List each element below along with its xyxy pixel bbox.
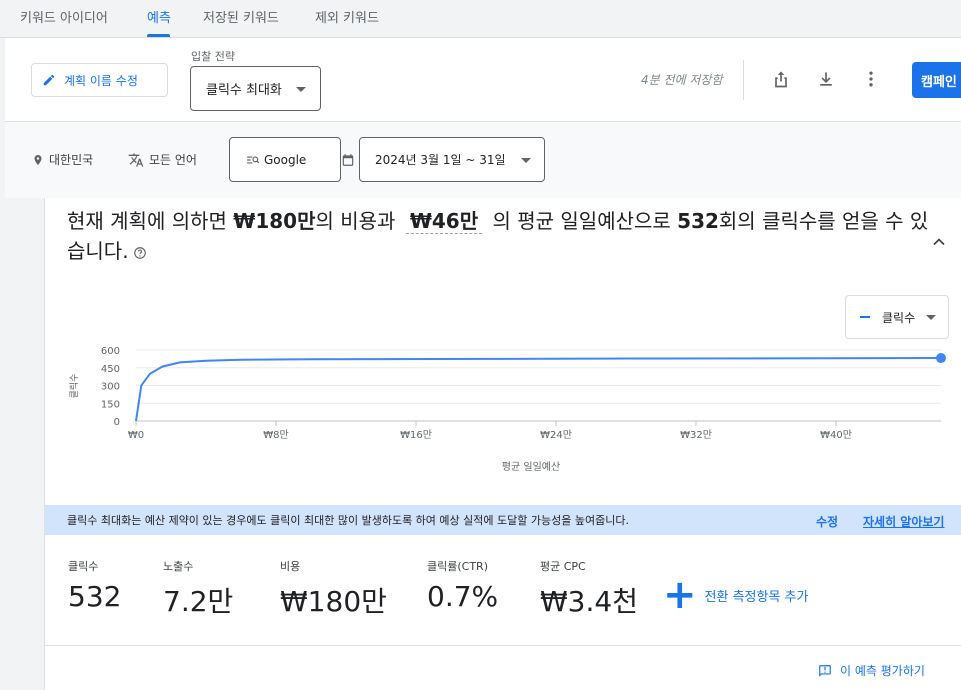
metric-cost: 비용 ₩180만 — [280, 558, 387, 620]
share-button[interactable] — [767, 65, 795, 93]
tab-negative-keywords[interactable]: 제외 키워드 — [315, 7, 379, 26]
metric-label: 노출수 — [163, 560, 194, 573]
location-pin-icon — [34, 154, 42, 165]
network-filter[interactable]: Google — [229, 137, 341, 182]
rate-forecast-label: 이 예측 평가하기 — [840, 664, 925, 678]
forecast-chart: 600 450 300 150 0 ₩0 ₩8만 ₩16만 ₩24만 ₩32만 ₩40만평균 일일예… — [68, 346, 946, 473]
tab-forecast[interactable]: 예측 — [147, 7, 171, 26]
date-range-select[interactable]: 2024년 3월 1일 ~ 31일 — [359, 137, 545, 182]
create-campaign-button[interactable]: 캠페인 — [912, 62, 961, 98]
translate-icon — [128, 152, 144, 167]
active-tab-indicator — [147, 34, 170, 37]
y-tick-label: 0 — [114, 417, 120, 428]
saved-status: 4분 전에 저장함 — [641, 73, 723, 87]
metric-clicks: 클릭수 532 — [68, 558, 121, 613]
metric-ctr: 클릭률(CTR) 0.7% — [427, 558, 498, 613]
tab-saved-keywords[interactable]: 저장된 키워드 — [203, 7, 279, 26]
metric-value: 0.7% — [427, 580, 499, 613]
x-tick-label: ₩32만 — [680, 429, 712, 441]
location-filter[interactable]: 대한민국 — [32, 151, 93, 168]
chevron-down-icon — [521, 158, 531, 163]
metric-value: ₩180만 — [280, 585, 387, 618]
x-tick-label: ₩0 — [128, 430, 144, 441]
plan-toolbar: 계획 이름 수정 입찰 전략 클릭수 최대화 4분 전에 저장함 캠페인 — [5, 38, 961, 122]
banner-edit-link[interactable]: 수정 — [816, 513, 838, 530]
info-banner: 클릭수 최대화는 예산 제약이 있는 경우에도 클릭이 최대한 많이 발생하도록… — [45, 505, 961, 535]
add-conversion-label: 전환 측정항목 추가 — [704, 589, 809, 605]
rename-plan-button[interactable]: 계획 이름 수정 — [31, 63, 168, 97]
rate-forecast-link[interactable]: 이 예측 평가하기 — [818, 662, 925, 679]
search-network-icon — [247, 156, 260, 163]
metric-label: 클릭률(CTR) — [427, 560, 488, 573]
more-options-button[interactable] — [857, 65, 885, 93]
x-axis-label: 평균 일일예산 — [502, 461, 560, 473]
forecast-page: 키워드 아이디어 예측 저장된 키워드 제외 키워드 계획 이름 수정 입찰 전… — [0, 0, 961, 690]
forecast-card: 현재 계획에 의하면 ₩180만의 비용과 ₩46만 의 평균 일일예산으로 5… — [44, 198, 961, 690]
location-value: 대한민국 — [49, 153, 94, 167]
toolbar-divider — [743, 60, 744, 100]
date-range-value: 2024년 3월 1일 ~ 31일 — [375, 153, 506, 167]
data-point — [936, 353, 946, 364]
metric-value: ₩3.4천 — [540, 585, 638, 618]
more-vert-icon — [869, 71, 873, 87]
x-tick-label: ₩8만 — [263, 429, 288, 441]
y-axis-label: 클릭수 — [68, 374, 80, 399]
rename-plan-label: 계획 이름 수정 — [64, 73, 138, 88]
add-conversion-metric-button[interactable]: + 전환 측정항목 추가 — [663, 572, 809, 618]
metric-label: 비용 — [280, 560, 301, 573]
banner-learn-more-link[interactable]: 자세히 알아보기 — [863, 513, 944, 530]
tab-bar: 키워드 아이디어 예측 저장된 키워드 제외 키워드 — [0, 0, 961, 38]
calendar-button[interactable] — [339, 151, 357, 169]
language-filter[interactable]: 모든 언어 — [128, 151, 197, 168]
tab-keyword-ideas[interactable]: 키워드 아이디어 — [20, 7, 108, 26]
metric-label: 클릭수 — [68, 560, 99, 573]
bid-strategy-select[interactable]: 클릭수 최대화 — [190, 66, 321, 111]
feedback-icon — [819, 664, 831, 677]
x-tick-label: ₩16만 — [400, 429, 432, 441]
download-icon — [820, 72, 832, 86]
plus-icon: + — [663, 572, 697, 618]
banner-text: 클릭수 최대화는 예산 제약이 있는 경우에도 클릭이 최대한 많이 발생하도록… — [67, 514, 629, 527]
language-value: 모든 언어 — [149, 153, 197, 167]
chevron-down-icon — [296, 87, 306, 92]
y-tick-label: 150 — [101, 399, 120, 410]
calendar-icon — [342, 154, 354, 166]
metric-avg-cpc: 평균 CPC ₩3.4천 — [540, 558, 638, 620]
metric-impressions: 노출수 7.2만 — [163, 558, 233, 620]
x-tick-label: ₩40만 — [820, 429, 852, 441]
metric-value: 532 — [68, 580, 122, 613]
x-tick-label: ₩24만 — [540, 429, 572, 441]
bid-strategy-label: 입찰 전략 — [191, 50, 235, 63]
share-icon — [775, 71, 787, 88]
filter-bar: 대한민국 모든 언어 Google 2024년 3월 1일 ~ 31일 — [5, 122, 961, 198]
divider — [45, 645, 961, 646]
pencil-icon — [43, 74, 55, 86]
y-tick-label: 300 — [101, 382, 120, 393]
metric-value: 7.2만 — [163, 585, 234, 618]
y-tick-label: 450 — [101, 364, 120, 375]
y-tick-label: 600 — [101, 346, 120, 357]
metric-label: 평균 CPC — [540, 560, 586, 573]
bid-strategy-value: 클릭수 최대화 — [206, 83, 282, 98]
download-button[interactable] — [812, 65, 840, 93]
network-value: Google — [264, 152, 307, 167]
